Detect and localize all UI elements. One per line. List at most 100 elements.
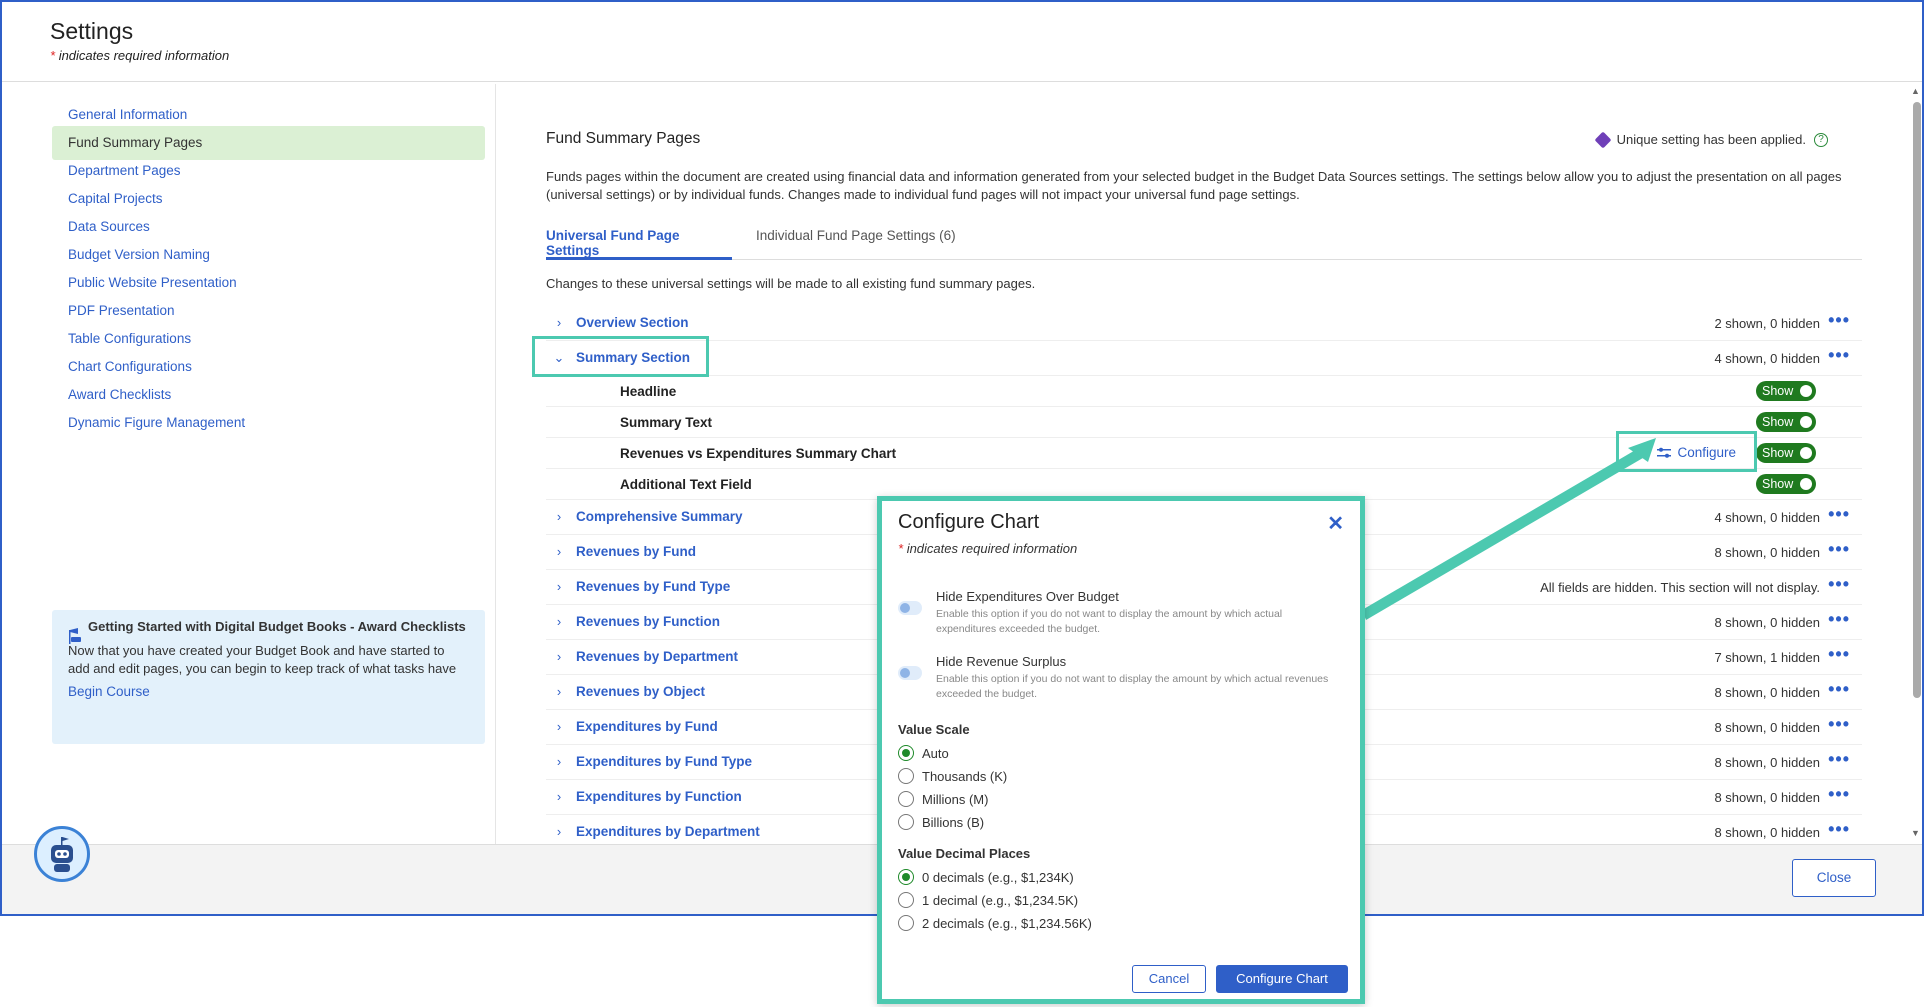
section-label[interactable]: Expenditures by Fund — [576, 719, 718, 734]
value-scale-thousands[interactable]: Thousands (K) — [898, 767, 1007, 785]
more-options-icon[interactable]: ••• — [1828, 714, 1850, 735]
configure-chart-dialog: Configure Chart * indicates required inf… — [877, 496, 1365, 1004]
section-label[interactable]: Expenditures by Department — [576, 824, 760, 839]
decimals-0[interactable]: 0 decimals (e.g., $1,234K) — [898, 868, 1074, 886]
chevron-right-icon[interactable]: › — [552, 755, 566, 769]
radio-unselected[interactable] — [898, 814, 914, 830]
scroll-down-icon[interactable]: ▼ — [1911, 828, 1920, 838]
more-options-icon[interactable]: ••• — [1828, 644, 1850, 665]
required-star: * — [898, 541, 904, 556]
option-title: Hide Expenditures Over Budget — [936, 589, 1119, 604]
section-label[interactable]: Summary Section — [576, 350, 690, 365]
radio-selected[interactable] — [898, 869, 914, 885]
section-label[interactable]: Revenues by Object — [576, 684, 705, 699]
value-scale-billions[interactable]: Billions (B) — [898, 813, 984, 831]
show-toggle[interactable]: Show — [1756, 443, 1816, 463]
item-label: Headline — [620, 384, 677, 399]
section-label[interactable]: Expenditures by Fund Type — [576, 754, 752, 769]
section-count: 7 shown, 1 hidden — [1714, 650, 1820, 665]
section-label[interactable]: Revenues by Department — [576, 649, 738, 664]
more-options-icon[interactable]: ••• — [1828, 749, 1850, 770]
close-icon[interactable]: ✕ — [1327, 511, 1344, 536]
tab-universal-fund-page-settings[interactable]: Universal Fund Page Settings — [546, 228, 732, 260]
help-icon[interactable]: ? — [1814, 132, 1828, 147]
assistant-bot-icon[interactable] — [34, 826, 90, 882]
section-count: 8 shown, 0 hidden — [1714, 825, 1820, 840]
chevron-right-icon[interactable]: › — [552, 825, 566, 839]
more-options-icon[interactable]: ••• — [1828, 310, 1850, 331]
chevron-right-icon[interactable]: › — [552, 510, 566, 524]
begin-course-link[interactable]: Begin Course — [68, 684, 469, 699]
tag-icon — [1594, 131, 1612, 148]
radio-unselected[interactable] — [898, 892, 914, 908]
item-label: Summary Text — [620, 415, 713, 430]
more-options-icon[interactable]: ••• — [1828, 679, 1850, 700]
section-label[interactable]: Comprehensive Summary — [576, 509, 743, 524]
more-options-icon[interactable]: ••• — [1828, 819, 1850, 840]
chevron-right-icon[interactable]: › — [552, 790, 566, 804]
scrollbar-thumb[interactable] — [1913, 102, 1921, 698]
robot-icon — [51, 837, 73, 872]
sliders-icon — [1657, 447, 1672, 458]
radio-unselected[interactable] — [898, 768, 914, 784]
radio-unselected[interactable] — [898, 791, 914, 807]
value-scale-millions[interactable]: Millions (M) — [898, 790, 988, 808]
chevron-right-icon[interactable]: › — [552, 685, 566, 699]
required-note: * indicates required information — [50, 48, 229, 63]
scrollbar[interactable]: ▲ ▼ — [1910, 84, 1922, 846]
toggle-knob — [1800, 447, 1812, 459]
show-toggle[interactable]: Show — [1756, 381, 1816, 401]
universal-settings-note: Changes to these universal settings will… — [546, 276, 1036, 291]
sidebar-item-dynamic-figure-management[interactable]: Dynamic Figure Management — [52, 406, 485, 440]
chevron-right-icon[interactable]: › — [552, 545, 566, 559]
value-scale-auto[interactable]: Auto — [898, 744, 949, 762]
hide-expenditures-option: Hide Expenditures Over Budget Enable thi… — [898, 589, 1338, 639]
dialog-title: Configure Chart — [898, 511, 1040, 533]
course-card: Getting Started with Digital Budget Book… — [52, 610, 485, 744]
section-label[interactable]: Overview Section — [576, 315, 689, 330]
decimals-2[interactable]: 2 decimals (e.g., $1,234.56K) — [898, 914, 1092, 932]
toggle-label: Show — [1762, 384, 1794, 398]
radio-unselected[interactable] — [898, 915, 914, 931]
toggle-knob — [1800, 416, 1812, 428]
configure-chart-button[interactable]: Configure Chart — [1216, 965, 1348, 993]
scroll-up-icon[interactable]: ▲ — [1911, 86, 1920, 96]
section-label[interactable]: Revenues by Function — [576, 614, 720, 629]
toggle-knob — [900, 603, 910, 613]
show-toggle[interactable]: Show — [1756, 412, 1816, 432]
chevron-right-icon[interactable]: › — [552, 720, 566, 734]
more-options-icon[interactable]: ••• — [1828, 609, 1850, 630]
section-label[interactable]: Revenues by Fund Type — [576, 579, 730, 594]
hide-revenue-surplus-toggle[interactable] — [898, 666, 922, 680]
chevron-right-icon[interactable]: › — [552, 615, 566, 629]
more-options-icon[interactable]: ••• — [1828, 574, 1850, 595]
tab-individual-fund-page-settings[interactable]: Individual Fund Page Settings (6) — [756, 228, 956, 260]
toggle-label: Show — [1762, 446, 1794, 460]
chevron-down-icon[interactable]: ⌄ — [552, 351, 566, 365]
summary-item-headline: Headline Show — [546, 376, 1862, 407]
configure-button[interactable]: Configure — [1657, 445, 1736, 460]
radio-selected[interactable] — [898, 745, 914, 761]
cancel-button[interactable]: Cancel — [1132, 965, 1206, 993]
page-title: Settings — [50, 18, 134, 44]
section-count: 8 shown, 0 hidden — [1714, 720, 1820, 735]
more-options-icon[interactable]: ••• — [1828, 784, 1850, 805]
more-options-icon[interactable]: ••• — [1828, 539, 1850, 560]
more-options-icon[interactable]: ••• — [1828, 504, 1850, 525]
decimals-1[interactable]: 1 decimal (e.g., $1,234.5K) — [898, 891, 1078, 909]
hide-expenditures-toggle[interactable] — [898, 601, 922, 615]
more-options-icon[interactable]: ••• — [1828, 345, 1850, 366]
chevron-right-icon[interactable]: › — [552, 316, 566, 330]
section-row-summary[interactable]: ⌄ Summary Section 4 shown, 0 hidden ••• — [546, 341, 1862, 376]
radio-label: 2 decimals (e.g., $1,234.56K) — [922, 915, 1092, 931]
chevron-right-icon[interactable]: › — [552, 580, 566, 594]
configure-label[interactable]: Configure — [1677, 445, 1736, 460]
section-row-overview[interactable]: › Overview Section 2 shown, 0 hidden ••• — [546, 306, 1862, 341]
close-button[interactable]: Close — [1792, 859, 1876, 897]
show-toggle[interactable]: Show — [1756, 474, 1816, 494]
section-label[interactable]: Revenues by Fund — [576, 544, 696, 559]
chevron-right-icon[interactable]: › — [552, 650, 566, 664]
settings-header: Settings * indicates required informatio… — [2, 2, 1922, 82]
section-label[interactable]: Expenditures by Function — [576, 789, 742, 804]
section-count: 8 shown, 0 hidden — [1714, 685, 1820, 700]
